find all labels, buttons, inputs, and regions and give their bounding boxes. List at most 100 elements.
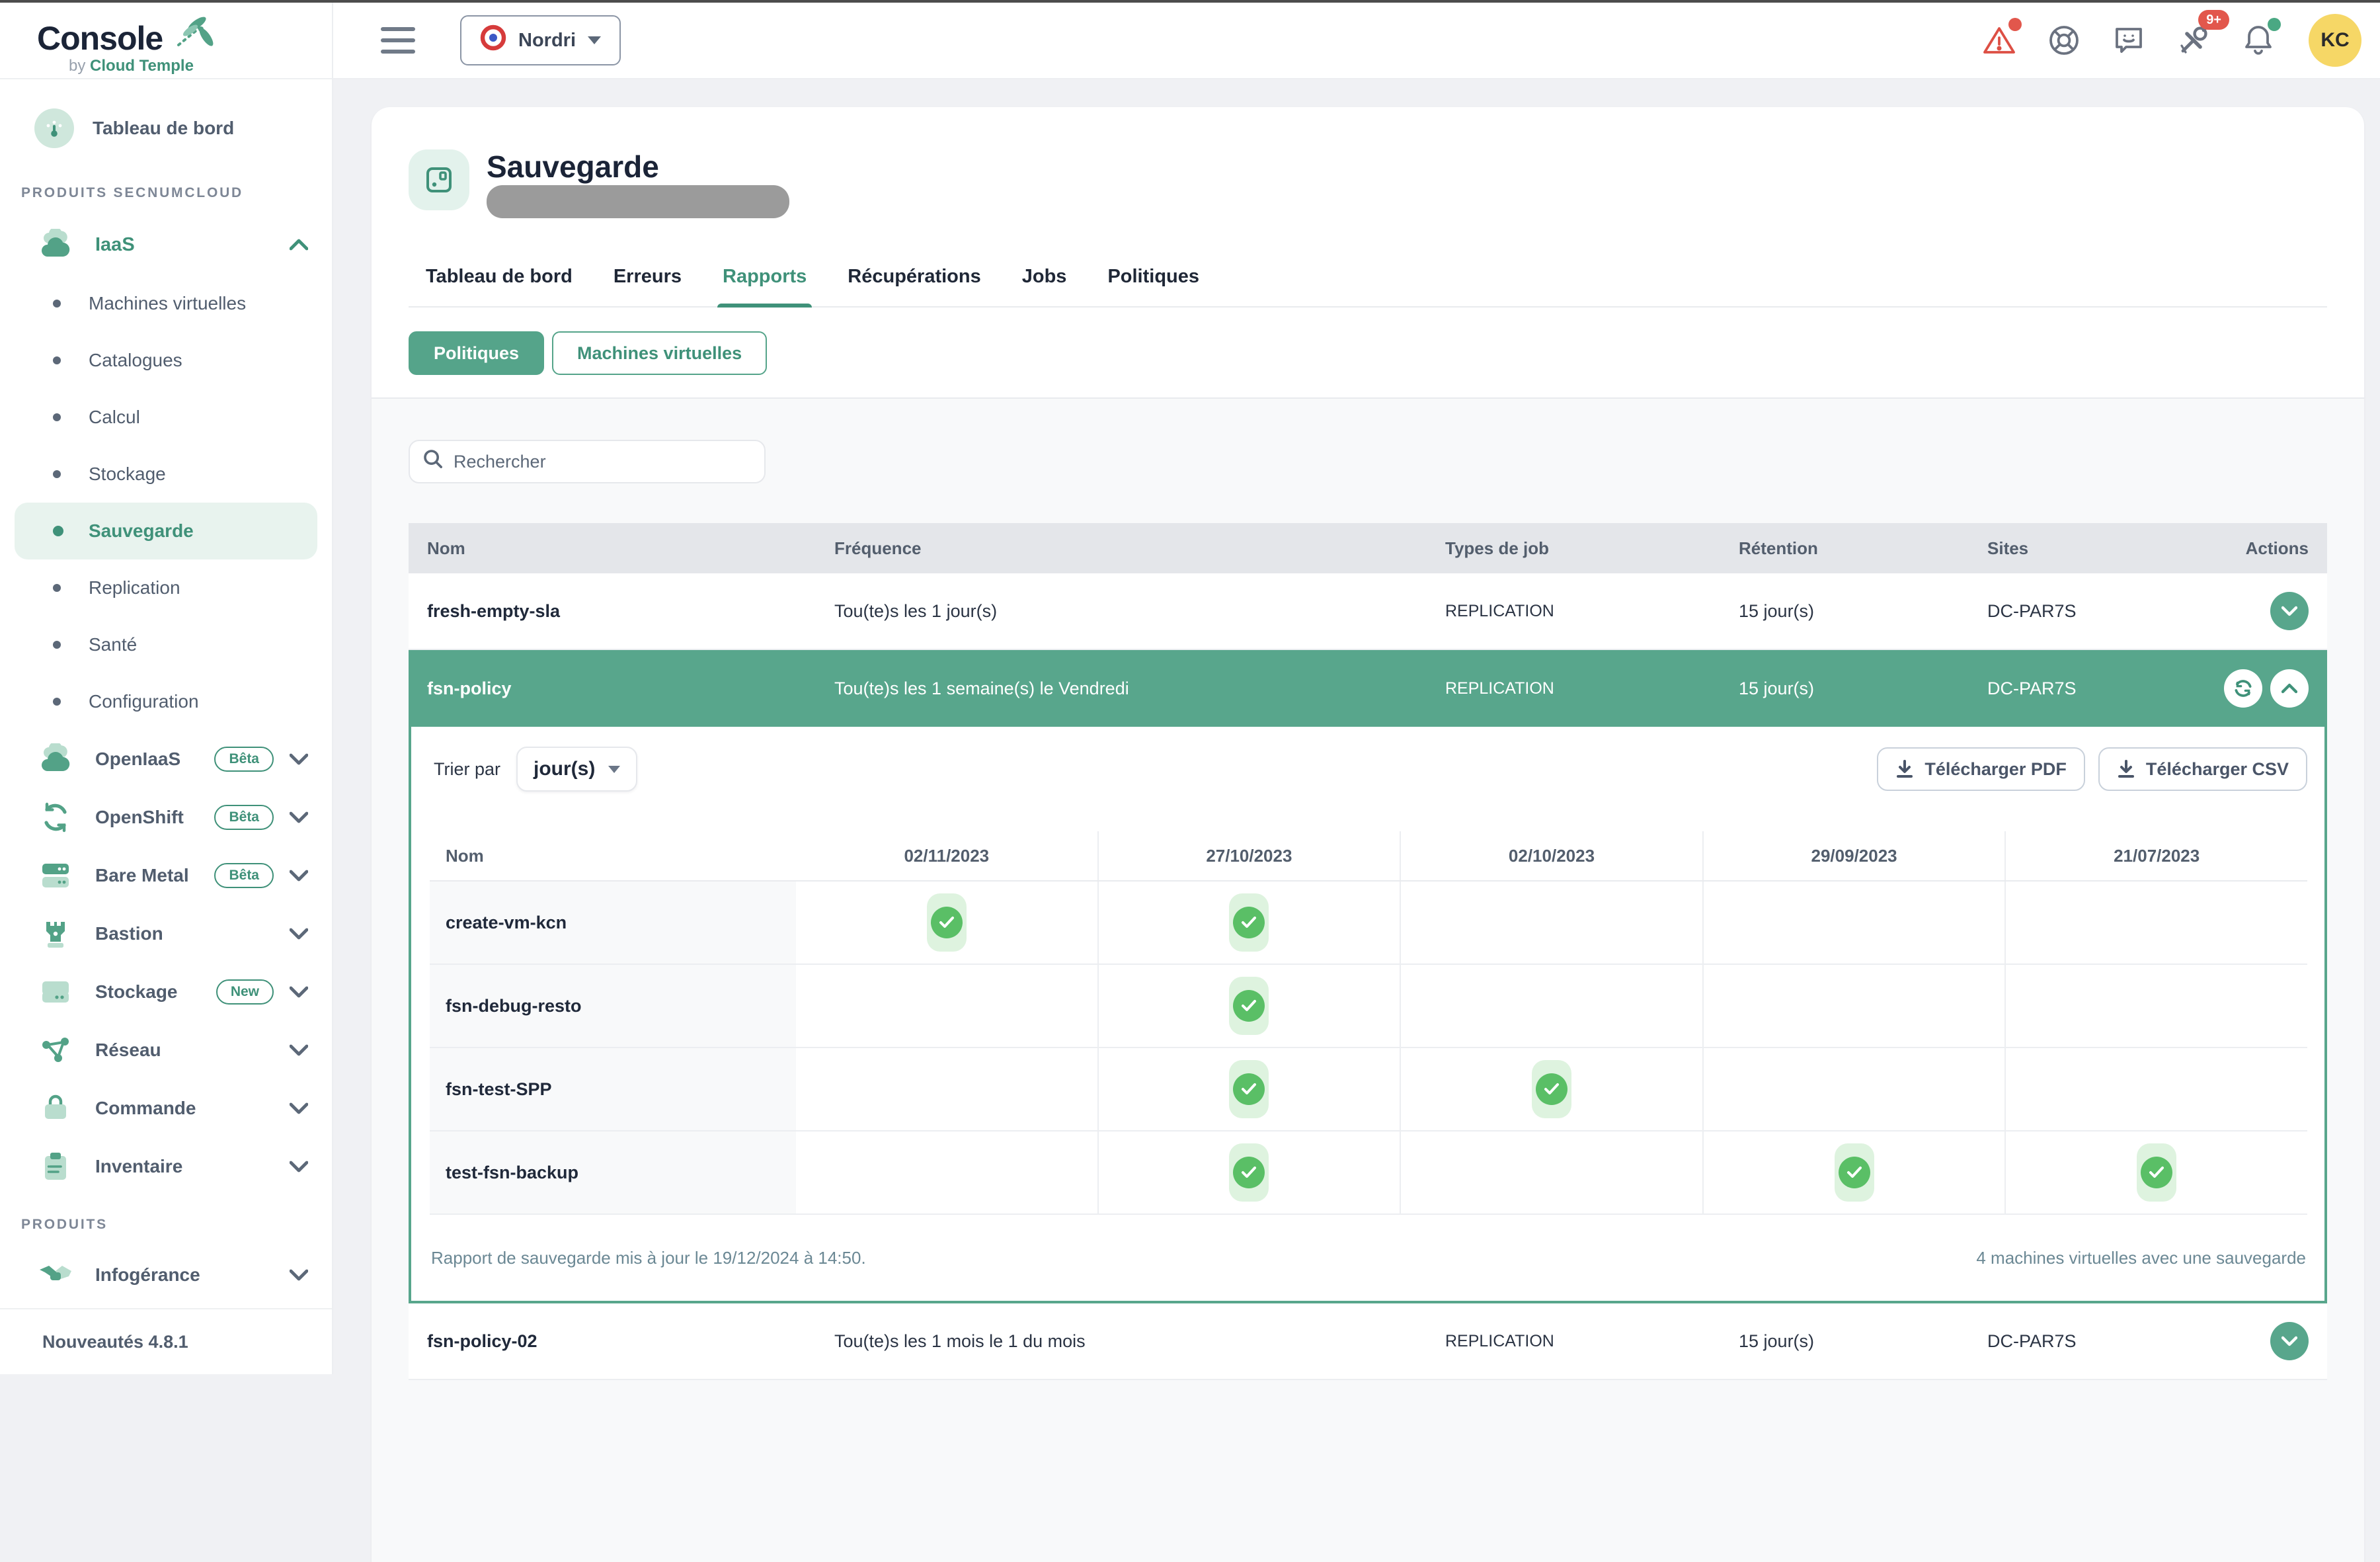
backup-check-cell (796, 1131, 1097, 1213)
sync-icon (37, 802, 74, 833)
table-row-fsn-policy-02[interactable]: fsn-policy-02 Tou(te)s les 1 mois le 1 d… (409, 1303, 2327, 1380)
backup-check-cell (2004, 965, 2307, 1047)
backup-check-cell (1097, 965, 1400, 1047)
sidebar-item-catalogues[interactable]: Catalogues (0, 332, 332, 389)
check-icon (2141, 1157, 2172, 1188)
check-icon (1536, 1073, 1567, 1105)
sidebar-item-sauvegarde[interactable]: Sauvegarde (15, 503, 317, 559)
sidebar-item-calcul[interactable]: Calcul (0, 389, 332, 446)
save-icon (409, 149, 469, 210)
tenant-name: Nordri (518, 30, 576, 52)
search-input[interactable] (454, 452, 751, 472)
notifications-button[interactable] (2240, 22, 2277, 59)
tools-count-badge: 9+ (2198, 10, 2229, 30)
sidebar-item-openiaas[interactable]: OpenIaaS Bêta (0, 730, 332, 788)
content-area: Sauvegarde Tableau de bord Erreurs Rappo… (333, 79, 2380, 1374)
sidebar-item-label: IaaS (95, 234, 135, 256)
chevron-down-icon (290, 986, 308, 998)
sidebar-item-infogerance[interactable]: Infogérance (0, 1246, 332, 1304)
policies-table-header: Nom Fréquence Types de job Rétention Sit… (409, 523, 2327, 573)
download-pdf-button[interactable]: Télécharger PDF (1877, 747, 2085, 791)
backup-check-cell (2004, 1048, 2307, 1130)
sidebar-item-inventaire[interactable]: Inventaire (0, 1137, 332, 1196)
table-row-fsn-policy[interactable]: fsn-policy Tou(te)s les 1 semaine(s) le … (409, 650, 2327, 727)
sidebar-news-link[interactable]: Nouveautés 4.8.1 (0, 1308, 332, 1374)
chevron-down-icon (290, 1044, 308, 1056)
support-button[interactable] (2045, 22, 2082, 59)
backup-matrix: Nom 02/11/2023 27/10/2023 02/10/2023 29/… (430, 831, 2307, 1215)
tab-tableau-de-bord[interactable]: Tableau de bord (426, 266, 573, 306)
backup-check-cell (1400, 965, 1702, 1047)
bullet-icon (53, 300, 61, 308)
sidebar-item-stockage[interactable]: Stockage New (0, 963, 332, 1021)
table-row-fresh-empty-sla[interactable]: fresh-empty-sla Tou(te)s les 1 jour(s) R… (409, 573, 2327, 650)
view-toggle-group: Politiques Machines virtuelles (409, 331, 2327, 375)
cockade-icon (480, 24, 506, 56)
network-icon (37, 1034, 74, 1066)
tab-recuperations[interactable]: Récupérations (848, 266, 980, 306)
tenant-selector[interactable]: Nordri (460, 15, 621, 65)
sidebar-item-commande[interactable]: Commande (0, 1079, 332, 1137)
chevron-up-icon (290, 239, 308, 251)
tab-rapports[interactable]: Rapports (723, 266, 807, 306)
report-updated-text: Rapport de sauvegarde mis à jour le 19/1… (431, 1248, 866, 1268)
menu-icon[interactable] (381, 27, 415, 54)
refresh-report-button[interactable] (2224, 669, 2262, 708)
check-icon (1233, 1073, 1265, 1105)
download-icon (2117, 759, 2135, 779)
notification-dot-badge (2268, 18, 2281, 31)
sidebar-item-bare-metal[interactable]: Bare Metal Bêta (0, 846, 332, 905)
sidebar-item-configuration[interactable]: Configuration (0, 673, 332, 730)
check-icon (1233, 990, 1265, 1022)
search-box (409, 440, 766, 483)
chevron-down-icon (290, 753, 308, 765)
policies-table: Nom Fréquence Types de job Rétention Sit… (409, 523, 2327, 1380)
alert-dot-badge (2008, 18, 2022, 31)
sidebar-item-dashboard[interactable]: Tableau de bord (0, 101, 332, 156)
clipboard-icon (37, 1151, 74, 1182)
logo[interactable]: Console by (0, 3, 332, 79)
chevron-down-icon (588, 36, 601, 44)
backup-check-cell (1702, 965, 2005, 1047)
sidebar-item-replication[interactable]: Replication (0, 559, 332, 616)
sidebar-item-machines-virtuelles[interactable]: Machines virtuelles (0, 275, 332, 332)
alerts-button[interactable] (1981, 22, 2018, 59)
report-summary-text: 4 machines virtuelles avec une sauvegard… (1976, 1248, 2306, 1268)
feedback-button[interactable] (2110, 22, 2147, 59)
matrix-row-create-vm-kcn: create-vm-kcn (430, 882, 2307, 965)
sort-dropdown[interactable]: jour(s) (516, 747, 637, 792)
sidebar-item-stockage-iaas[interactable]: Stockage (0, 446, 332, 503)
backup-check-cell (1702, 1131, 2005, 1213)
toggle-politiques[interactable]: Politiques (409, 331, 544, 375)
download-csv-button[interactable]: Télécharger CSV (2098, 747, 2307, 791)
subtitle-skeleton (487, 185, 789, 218)
avatar[interactable]: KC (2309, 14, 2361, 67)
expand-row-button[interactable] (2270, 1322, 2309, 1360)
chevron-down-icon (290, 811, 308, 823)
backup-check-cell (1097, 1131, 1400, 1213)
sidebar-item-reseau[interactable]: Réseau (0, 1021, 332, 1079)
sidebar-item-iaas[interactable]: IaaS (0, 214, 332, 275)
sidebar-item-bastion[interactable]: Bastion (0, 905, 332, 963)
tab-politiques[interactable]: Politiques (1107, 266, 1199, 306)
check-icon (1839, 1157, 1870, 1188)
collapse-row-button[interactable] (2270, 669, 2309, 708)
tools-button[interactable]: 9+ (2175, 22, 2212, 59)
bullet-icon (53, 698, 61, 706)
sidebar-item-label: Tableau de bord (93, 118, 234, 139)
bullet-icon (53, 526, 63, 536)
gauge-icon (34, 108, 74, 148)
search-icon (423, 449, 443, 474)
expand-row-button[interactable] (2270, 592, 2309, 630)
backup-check-cell (1097, 1048, 1400, 1130)
beta-badge: Bêta (214, 805, 274, 830)
tab-erreurs[interactable]: Erreurs (614, 266, 682, 306)
toggle-machines-virtuelles[interactable]: Machines virtuelles (552, 331, 767, 375)
backup-check-cell (1097, 882, 1400, 964)
backup-check-cell (796, 965, 1097, 1047)
bullet-icon (53, 413, 61, 421)
tab-jobs[interactable]: Jobs (1022, 266, 1067, 306)
sidebar-item-sante[interactable]: Santé (0, 616, 332, 673)
sidebar-item-openshift[interactable]: OpenShift Bêta (0, 788, 332, 846)
report-panel: Trier par jour(s) (409, 727, 2327, 1303)
